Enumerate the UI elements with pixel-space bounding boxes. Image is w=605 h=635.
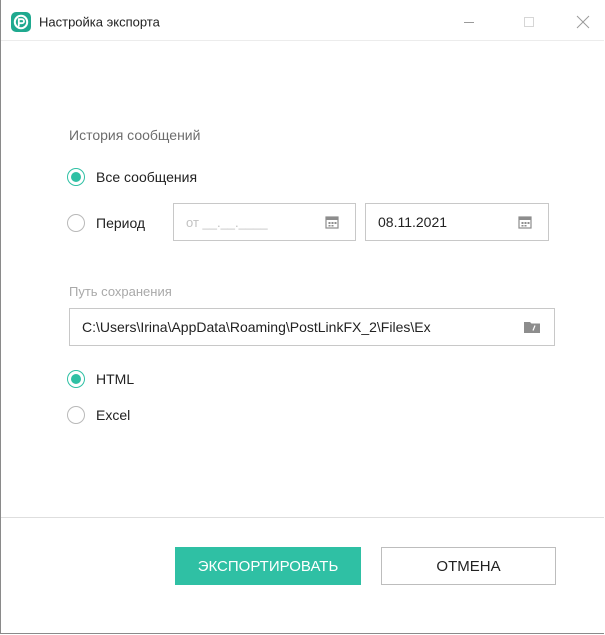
radio-button-checked[interactable] <box>67 168 85 186</box>
maximize-button[interactable] <box>509 8 549 36</box>
radio-period-label: Период <box>96 215 146 231</box>
radio-button-unchecked[interactable] <box>67 406 85 424</box>
calendar-icon[interactable] <box>518 215 532 229</box>
save-path-value: C:\Users\Irina\AppData\Roaming\PostLinkF… <box>82 319 431 335</box>
date-to-input[interactable]: 08.11.2021 <box>365 203 549 241</box>
export-settings-window: Настройка экспорта История сообщений Все… <box>0 0 604 634</box>
radio-button-unchecked[interactable] <box>67 214 85 232</box>
date-from-input[interactable]: от __.__.____ <box>173 203 356 241</box>
radio-format-html-label: HTML <box>96 371 135 387</box>
date-from-placeholder: от __.__.____ <box>186 214 268 230</box>
postlink-logo-icon <box>11 12 31 32</box>
footer-divider <box>1 517 604 518</box>
minimize-icon <box>464 22 474 23</box>
folder-icon[interactable] <box>524 321 540 333</box>
calendar-icon[interactable] <box>325 215 339 229</box>
radio-all-messages[interactable]: Все сообщения <box>67 165 197 189</box>
radio-period[interactable]: Период <box>67 211 145 235</box>
title-bar-divider <box>1 40 604 41</box>
date-to-value: 08.11.2021 <box>378 214 448 230</box>
maximize-icon <box>524 17 534 27</box>
radio-format-excel[interactable]: Excel <box>67 403 130 427</box>
close-button[interactable] <box>563 8 603 36</box>
radio-all-messages-label: Все сообщения <box>96 169 198 185</box>
window-title: Настройка экспорта <box>39 14 160 30</box>
radio-button-checked[interactable] <box>67 370 85 388</box>
cancel-button[interactable]: ОТМЕНА <box>381 547 556 585</box>
save-path-input[interactable]: C:\Users\Irina\AppData\Roaming\PostLinkF… <box>69 308 555 346</box>
close-icon <box>576 15 590 29</box>
save-path-label: Путь сохранения <box>69 284 172 299</box>
title-bar: Настройка экспорта <box>1 0 604 40</box>
history-section-label: История сообщений <box>69 127 201 143</box>
minimize-button[interactable] <box>449 8 489 36</box>
radio-format-html[interactable]: HTML <box>67 367 134 391</box>
radio-format-excel-label: Excel <box>96 407 131 423</box>
export-button[interactable]: ЭКСПОРТИРОВАТЬ <box>175 547 361 585</box>
